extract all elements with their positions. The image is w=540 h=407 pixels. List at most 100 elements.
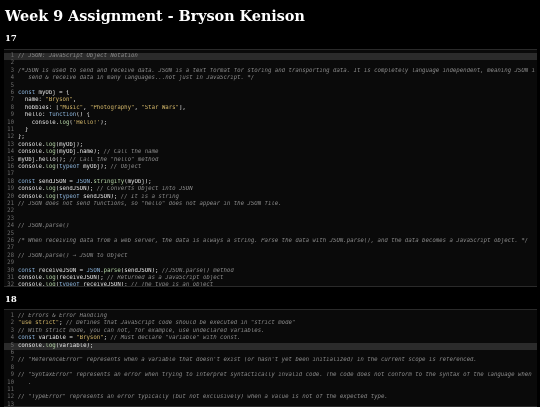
code-token: "Music" — [59, 104, 84, 111]
code-line[interactable]: 9 // "SyntaxError" represents an error wh… — [4, 372, 537, 379]
code-line[interactable]: 9 hello: function() { — [4, 112, 537, 119]
code-token: // Errors & Error Handling — [18, 313, 108, 319]
line-number: 10 — [7, 379, 14, 386]
line-number: 7 — [10, 357, 14, 364]
line-number: 24 — [7, 223, 14, 230]
code-token: sendJSON); — [79, 193, 121, 200]
code-token: ], — [178, 104, 186, 111]
code-token: (sendJSON); — [55, 186, 97, 193]
line-number: 9 — [10, 372, 14, 379]
code-line[interactable]: 5 console.log(variable); — [4, 342, 537, 350]
code-line[interactable]: 30 const receiveJSON = JSON.parse(sendJSO… — [4, 268, 537, 275]
line-number: 19 — [7, 186, 14, 193]
line-number: 12 — [7, 134, 14, 141]
code-token: log — [45, 342, 56, 349]
code-token: myObj = { — [35, 90, 70, 96]
code-line[interactable]: 21 // JSON does not send functions, so "h… — [4, 201, 537, 208]
code-line[interactable]: 31 console.log(receiveJSON); // Returned … — [4, 275, 537, 282]
code-line[interactable]: 5 — [4, 83, 537, 90]
code-line[interactable]: 7 name: "Bryson", — [4, 97, 537, 104]
line-number: 16 — [7, 164, 14, 170]
code-line[interactable]: 20 console.log(typeof sendJSON); // It is… — [4, 194, 537, 201]
code-text: hello: function() { — [18, 112, 535, 119]
code-line[interactable]: 18 const sendJSON = JSON.stringify(myObj)… — [4, 179, 537, 186]
code-token: "Photography" — [89, 104, 135, 111]
code-token: // Must declare "variable" with const. — [110, 335, 241, 342]
code-token: const — [18, 335, 36, 342]
code-line[interactable]: 7 // "ReferenceError" represents when a v… — [4, 357, 537, 364]
code-line[interactable]: 6 — [4, 350, 537, 357]
code-line[interactable]: 23 — [4, 216, 537, 223]
code-line[interactable]: 25 — [4, 231, 537, 238]
code-line[interactable]: 15 myObj.hello(); // Call the "hello" met… — [4, 157, 537, 164]
code-token: log — [45, 275, 56, 281]
code-token: ; — [59, 320, 66, 327]
code-line[interactable]: 13 console.log(myObj); — [4, 142, 537, 149]
code-token: // "TypeError" represents an error typic… — [18, 394, 388, 401]
code-line[interactable]: 22 — [4, 208, 537, 215]
code-line[interactable]: 2 — [4, 60, 537, 67]
line-number: 13 — [7, 141, 14, 148]
code-line[interactable]: 1 // Errors & Error Handling — [4, 313, 537, 320]
code-token: typeof — [59, 282, 80, 287]
code-line[interactable]: 17 — [4, 171, 537, 178]
code-text: console.log(myObj); — [18, 142, 535, 149]
line-number: 3 — [10, 327, 14, 334]
line-number: 30 — [7, 267, 14, 274]
code-token: log — [45, 149, 56, 156]
code-token: "Bryson" — [45, 97, 73, 104]
code-line[interactable]: 11 — [4, 387, 537, 394]
code-token: parse — [103, 267, 121, 274]
code-line[interactable]: 28 // JSON.parse() → JSON to Object — [4, 253, 537, 260]
code-editor-17[interactable]: 1 // JSON: JavaScript Object Notation 2 3 /*… — [4, 49, 537, 287]
line-number: 21 — [7, 201, 14, 207]
code-text: // JSON.parse() — [18, 223, 535, 230]
code-line[interactable]: 14 console.log(myObj.name); // Call the n… — [4, 149, 537, 156]
code-line[interactable]: 1 // JSON: JavaScript Object Notation — [4, 53, 537, 61]
code-line[interactable]: 32 console.log(typeof receiveJSON); // Th… — [4, 282, 537, 287]
code-line[interactable]: 4 const variable = "Bryson"; // Must decl… — [4, 335, 537, 342]
code-line[interactable]: 24 // JSON.parse() — [4, 223, 537, 230]
code-text: /*JSON is used to send and receive data.… — [18, 68, 535, 75]
code-token: console. — [18, 141, 46, 148]
code-line[interactable]: 2 "use strict"; // Defines that JavaScrip… — [4, 320, 537, 327]
code-line[interactable]: 26 /* When receiving data from a web serv… — [4, 238, 537, 245]
code-line[interactable]: 8 hobbies: ["Music", "Photography", "Sta… — [4, 105, 537, 112]
code-line[interactable]: 10 console.log('Hello!'); — [4, 120, 537, 127]
code-line[interactable]: 16 console.log(typeof myObj); // Object — [4, 164, 537, 171]
line-number: 10 — [7, 119, 14, 126]
code-line[interactable]: 12}; — [4, 134, 537, 141]
code-line[interactable]: 27 — [4, 245, 537, 252]
code-token: console. — [18, 275, 46, 281]
code-token: myObj); — [79, 164, 111, 170]
code-editor-18[interactable]: 1 // Errors & Error Handling 2 "use strict"… — [4, 309, 537, 407]
code-token: hello: — [18, 112, 49, 119]
code-token: // JSON does not send functions, so "hel… — [18, 201, 282, 207]
line-number: 23 — [7, 215, 14, 222]
code-line[interactable]: 19 console.log(sendJSON); // Converts Obj… — [4, 186, 537, 193]
code-line[interactable]: 13 — [4, 402, 537, 406]
code-text: // "TypeError" represents an error typic… — [18, 394, 535, 401]
code-line[interactable]: 6 const myObj = { — [4, 90, 537, 97]
code-line[interactable]: 11 } — [4, 127, 537, 134]
code-line[interactable]: 4 send & receive data in many languages.… — [4, 75, 537, 82]
code-token: console. — [18, 342, 46, 349]
code-line[interactable]: 10 . — [4, 380, 537, 387]
code-text: . — [18, 380, 535, 387]
code-text: const myObj = { — [18, 90, 535, 97]
code-line[interactable]: 12 // "TypeError" represents an error typ… — [4, 394, 537, 401]
code-token: (myObj.name); — [55, 149, 104, 156]
code-token: // Defines that JavaScript code should b… — [65, 320, 296, 327]
code-token: (myObj); — [55, 141, 84, 148]
code-text: // With strict mode, you can not, for ex… — [18, 328, 535, 335]
line-number: 2 — [10, 60, 14, 67]
code-text: }; — [18, 134, 535, 141]
code-line[interactable]: 8 — [4, 365, 537, 372]
code-line[interactable]: 3 /*JSON is used to send and receive data… — [4, 68, 537, 75]
code-token: , — [83, 104, 90, 111]
code-token: console. — [18, 119, 60, 126]
code-line[interactable]: 3 // With strict mode, you can not, for e… — [4, 328, 537, 335]
code-line[interactable]: 29 — [4, 260, 537, 267]
code-token: const — [18, 267, 36, 274]
code-token: JSON — [86, 267, 101, 274]
